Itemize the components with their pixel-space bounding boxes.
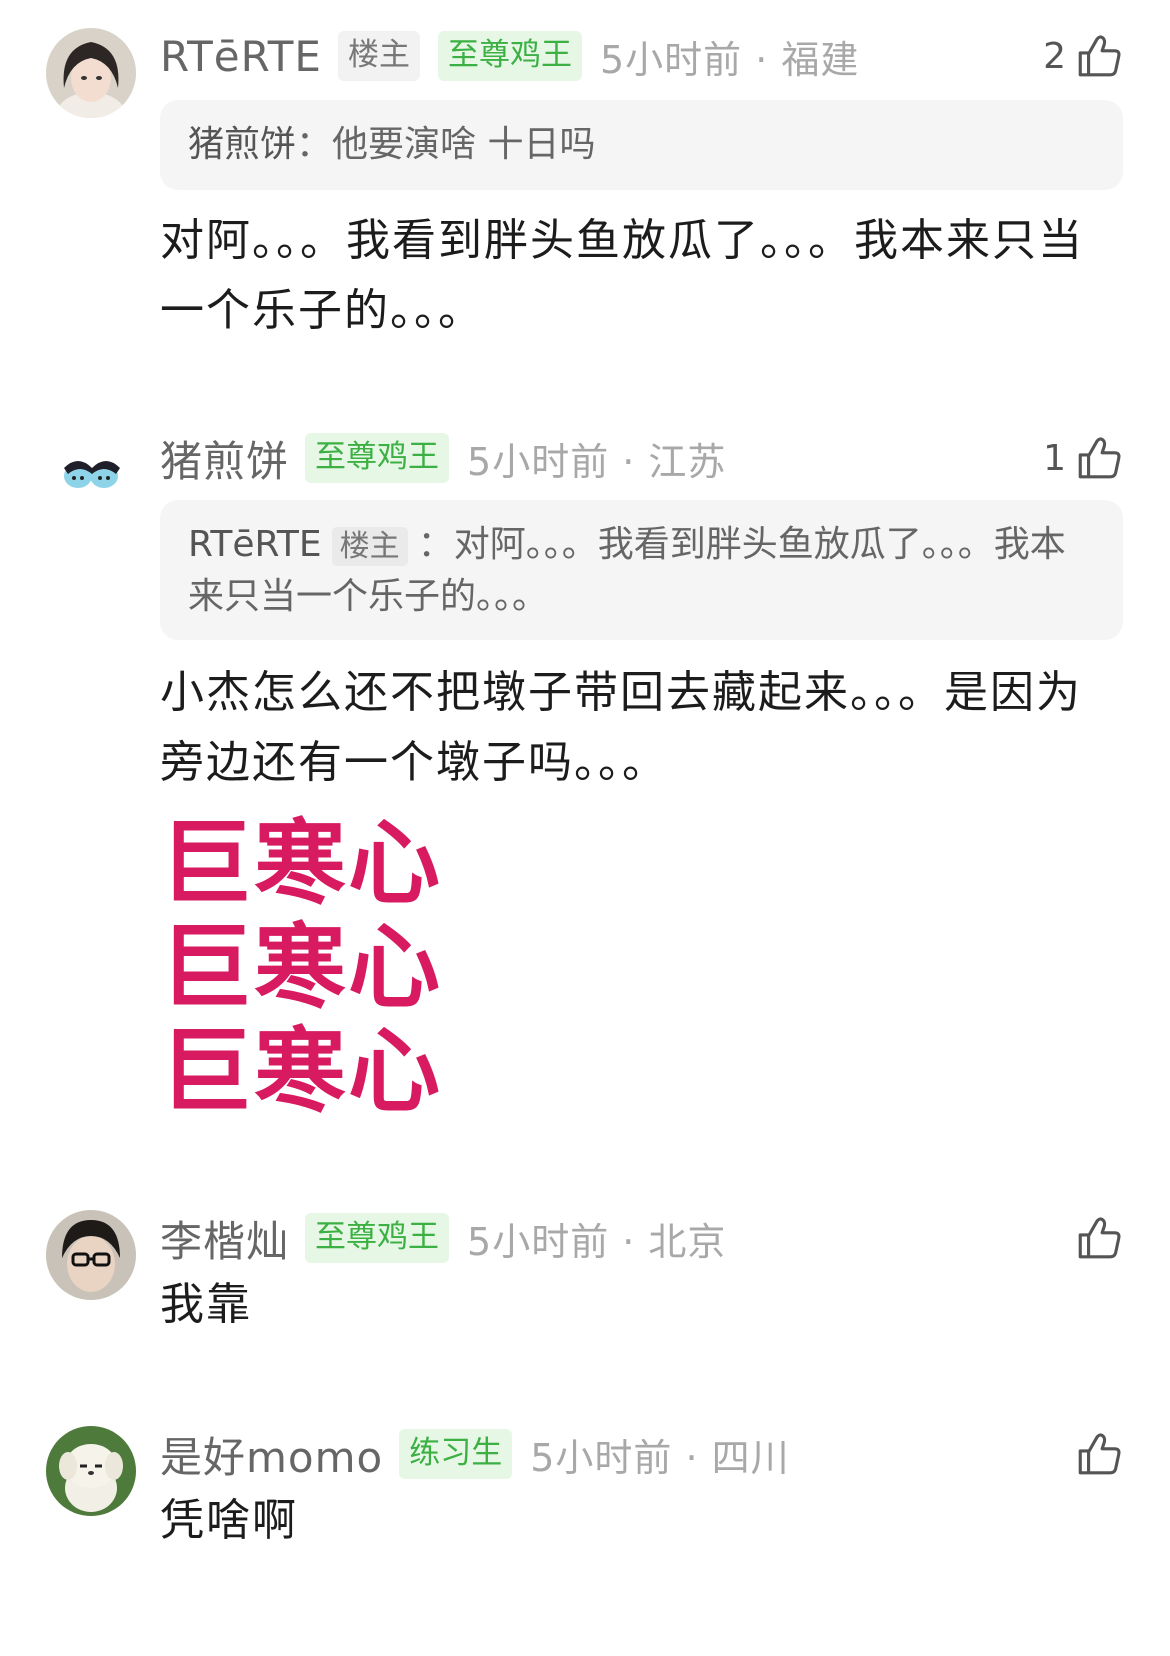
comment-item: 猪煎饼 至尊鸡王 5小时前 · 江苏 1 RTēRTE 楼主 ：对阿。。。我看到胖头… [0, 420, 1170, 1160]
user-badge: 至尊鸡王 [305, 433, 450, 483]
comment-meta: 李楷灿 至尊鸡王 5小时前 · 北京 [160, 1210, 726, 1266]
avatar-image [46, 28, 136, 118]
sticker-image[interactable]: 巨寒心 巨寒心 巨寒心 [160, 812, 500, 1124]
avatar-image [46, 1210, 136, 1300]
avatar[interactable] [46, 1210, 136, 1300]
quoted-reply[interactable]: 猪煎饼：他要演啥 十日吗 [160, 100, 1123, 190]
owner-badge: 楼主 [337, 31, 420, 81]
quoted-username: RTēRTE [188, 524, 322, 565]
avatar-image [46, 1426, 136, 1516]
comment-meta: 猪煎饼 至尊鸡王 5小时前 · 江苏 [160, 430, 726, 486]
thumbs-up-icon [1078, 437, 1121, 479]
like-button[interactable] [1074, 1210, 1124, 1266]
user-badge: 至尊鸡王 [437, 31, 582, 81]
time-location: 5小时前 · 北京 [467, 1219, 727, 1264]
sticker-line: 巨寒心 [160, 1018, 443, 1125]
quoted-owner-badge: 楼主 [331, 527, 408, 566]
like-button[interactable]: 2 [1043, 28, 1124, 84]
comment-item: RTēRTE 楼主 至尊鸡王 5小时前 · 福建 2 猪煎饼：他要演啥 十日吗 … [0, 0, 1170, 380]
comment-text: 我靠 [160, 1279, 252, 1330]
avatar[interactable] [46, 1426, 136, 1516]
like-count: 1 [1043, 437, 1066, 479]
username[interactable]: 李楷灿 [160, 1208, 289, 1269]
user-badge: 练习生 [399, 1429, 513, 1479]
quote-separator: ： [296, 124, 333, 165]
comment-item: 是好momo 练习生 5小时前 · 四川 凭啥啊 [0, 1416, 1170, 1656]
sticker-line: 巨寒心 [160, 810, 443, 917]
avatar[interactable] [46, 28, 136, 118]
quote-separator: ： [417, 524, 454, 565]
thumbs-up-icon [1078, 1217, 1121, 1259]
username[interactable]: 是好momo [160, 1424, 383, 1485]
username[interactable]: 猪煎饼 [160, 428, 289, 489]
quoted-text: 他要演啥 十日吗 [332, 124, 596, 165]
user-badge: 至尊鸡王 [305, 1213, 450, 1263]
thumbs-up-icon [1078, 35, 1121, 77]
like-button[interactable] [1074, 1426, 1124, 1482]
quoted-reply[interactable]: RTēRTE 楼主 ：对阿。。。我看到胖头鱼放瓜了。。。我本来只当一个乐子的。。。 [160, 500, 1123, 640]
username[interactable]: RTēRTE [160, 32, 322, 81]
avatar[interactable] [46, 430, 136, 520]
like-button[interactable]: 1 [1043, 430, 1124, 486]
comment-meta: RTēRTE 楼主 至尊鸡王 5小时前 · 福建 [160, 28, 859, 84]
time-location: 5小时前 · 四川 [530, 1435, 790, 1480]
avatar-image [46, 430, 136, 520]
time-location: 5小时前 · 福建 [599, 37, 860, 82]
comment-item: 李楷灿 至尊鸡王 5小时前 · 北京 我靠 [0, 1200, 1170, 1400]
comment-text: 凭啥啊 [160, 1495, 298, 1546]
quoted-username: 猪煎饼 [188, 124, 297, 165]
thumbs-up-icon [1078, 1433, 1121, 1475]
sticker-line: 巨寒心 [160, 914, 443, 1021]
comment-text: 对阿。。。我看到胖头鱼放瓜了。。。我本来只当一个乐子的。。。 [160, 215, 1084, 336]
comment-meta: 是好momo 练习生 5小时前 · 四川 [160, 1426, 790, 1482]
comment-text: 小杰怎么还不把墩子带回去藏起来。。。是因为旁边还有一个墩子吗。。。 [160, 667, 1082, 788]
like-count: 2 [1043, 35, 1066, 77]
time-location: 5小时前 · 江苏 [467, 439, 727, 484]
